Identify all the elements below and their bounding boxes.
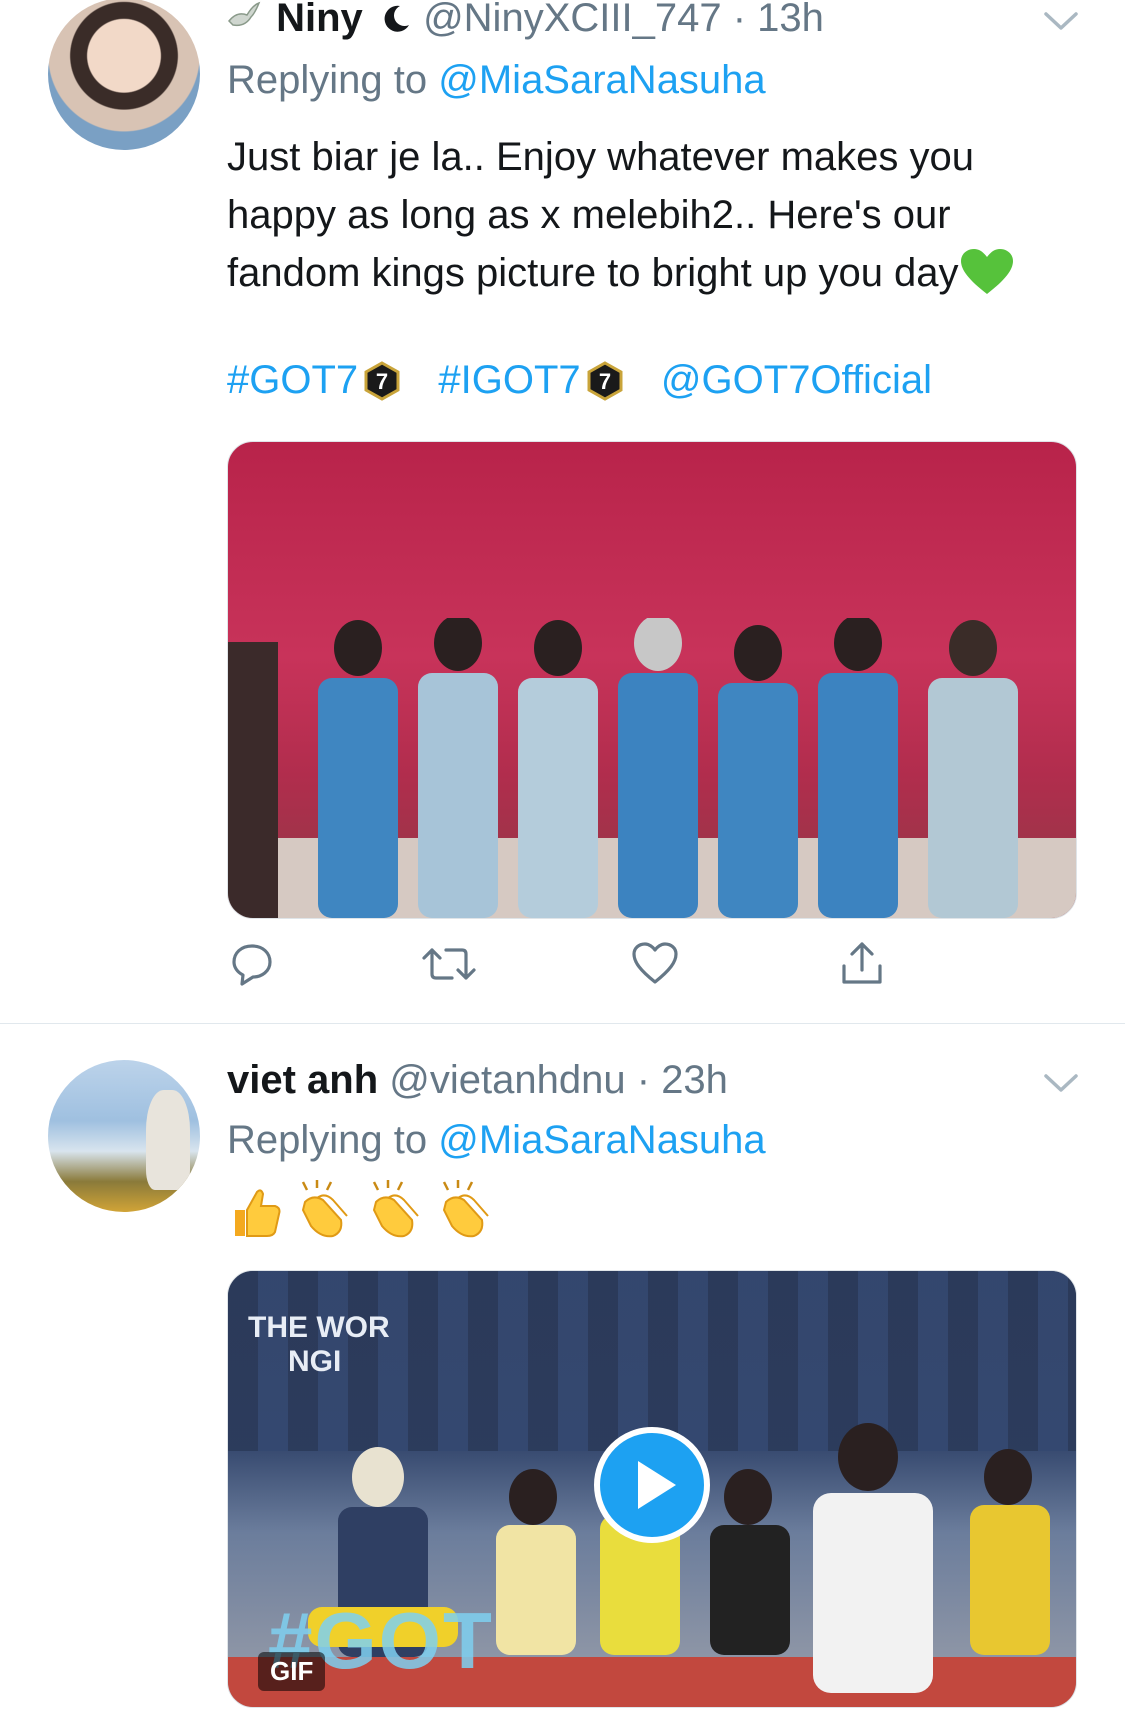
svg-text:7: 7 (599, 369, 611, 394)
display-name[interactable]: viet anh (227, 1058, 378, 1102)
reply-icon[interactable] (228, 940, 276, 993)
tweet-actions (0, 940, 1125, 996)
user-handle[interactable]: @vietanhdnu (389, 1058, 625, 1102)
separator-dot: · (732, 0, 747, 40)
avatar[interactable] (48, 1060, 200, 1212)
svg-text:7: 7 (376, 369, 388, 394)
gif-sign-line2: NGI (288, 1345, 342, 1378)
hashtag-got7[interactable]: #GOT7 (227, 358, 358, 402)
tweet-header: viet anh @vietanhdnu · 23h (227, 1058, 728, 1103)
tweet-body: Just biar je la.. Enjoy whatever makes y… (227, 135, 975, 295)
green-heart-icon (959, 248, 1015, 312)
reply-mention-link[interactable]: @MiaSaraNasuha (438, 58, 765, 102)
tweet-photo[interactable] (227, 441, 1077, 919)
replying-to: Replying to @MiaSaraNasuha (227, 58, 766, 103)
replying-to: Replying to @MiaSaraNasuha (227, 1118, 766, 1163)
separator-dot: · (636, 1058, 651, 1102)
replying-prefix: Replying to (227, 1118, 428, 1162)
clapping-hands-icon (293, 1180, 353, 1245)
user-handle[interactable]: @NinyXCIII_747 (423, 0, 722, 40)
display-name[interactable]: Niny (276, 0, 363, 40)
gif-sign-line1: THE WOR (248, 1311, 390, 1344)
avatar[interactable] (48, 0, 200, 150)
mention-got7official[interactable]: @GOT7Official (661, 358, 932, 402)
gif-badge: GIF (258, 1652, 326, 1691)
play-button[interactable] (594, 1427, 710, 1543)
chevron-down-icon[interactable] (1042, 10, 1080, 34)
like-icon[interactable] (630, 940, 680, 993)
share-icon[interactable] (838, 940, 886, 993)
photo-group (318, 618, 1018, 918)
retweet-icon[interactable] (420, 940, 478, 993)
emoji-row (227, 1180, 500, 1240)
clapping-hands-icon (434, 1180, 494, 1245)
tweet-tags: #GOT7 7 #IGOT7 7 @GOT7Official (227, 358, 932, 411)
tweet-text: Just biar je la.. Enjoy whatever makes y… (227, 128, 1087, 312)
got7-badge-icon: 7 (362, 361, 402, 411)
thumbs-up-icon (227, 1184, 283, 1245)
hashtag-igot7[interactable]: #IGOT7 (438, 358, 580, 402)
got7-badge-icon: 7 (585, 361, 625, 411)
play-icon (638, 1461, 676, 1509)
timestamp[interactable]: 23h (661, 1058, 728, 1102)
tweet[interactable]: Niny @NinyXCIII_747 · 13h Replying to @M… (0, 0, 1125, 1023)
tweet-gif[interactable]: THE WOR NGI #GOT GIF (227, 1270, 1077, 1708)
crescent-moon-icon (380, 0, 412, 45)
chevron-down-icon[interactable] (1042, 1072, 1080, 1096)
gif-sign: THE WOR NGI (248, 1311, 390, 1379)
reply-mention-link[interactable]: @MiaSaraNasuha (438, 1118, 765, 1162)
tweet-header: Niny @NinyXCIII_747 · 13h (227, 0, 824, 45)
dove-icon (227, 0, 265, 41)
clapping-hands-icon (364, 1180, 424, 1245)
replying-prefix: Replying to (227, 58, 428, 102)
timestamp[interactable]: 13h (757, 0, 824, 40)
